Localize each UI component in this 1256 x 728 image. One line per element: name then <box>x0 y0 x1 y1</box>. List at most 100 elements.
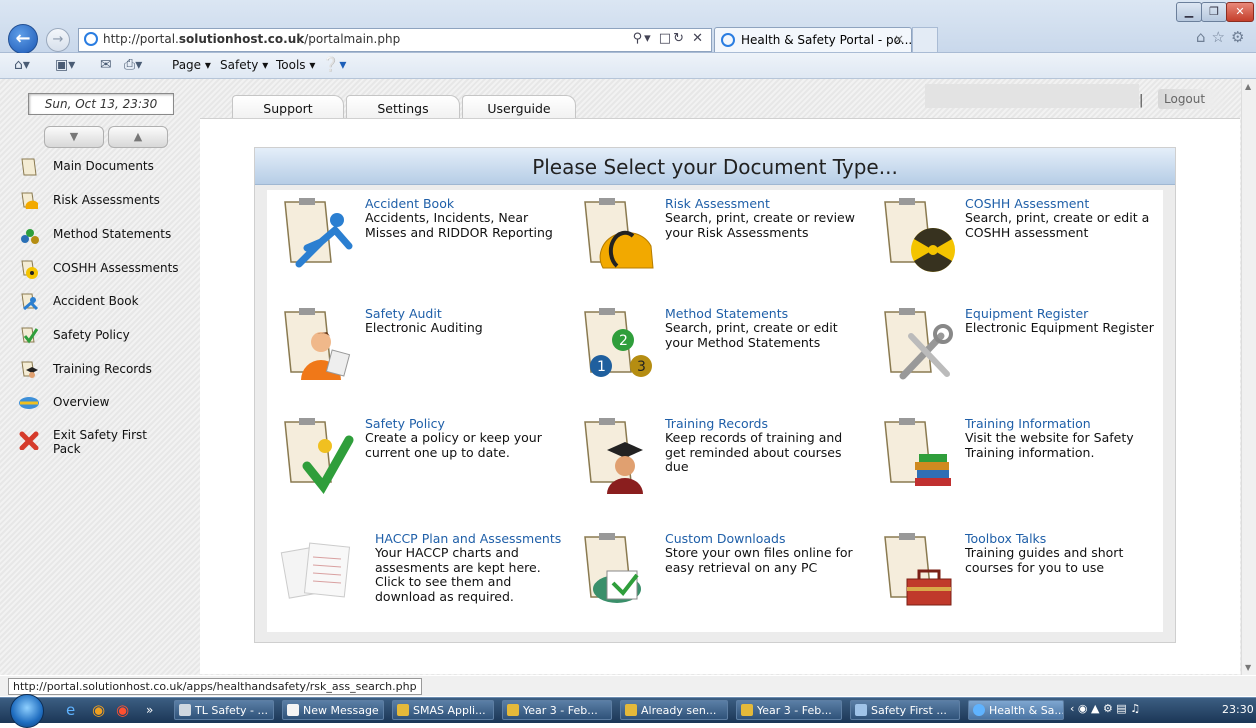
tab-userguide[interactable]: Userguide <box>462 95 576 120</box>
hardhat-icon <box>21 192 38 209</box>
doc-risk-assessment[interactable]: Risk Assessment Search, print, create or… <box>577 196 867 296</box>
portal-page: Sun, Oct 13, 23:30 ▼ ▲ Main Documents Ri… <box>0 79 1241 675</box>
doc-title[interactable]: Training Records <box>665 416 768 431</box>
sidebar-item-safety-policy[interactable]: Safety Policy <box>14 324 194 350</box>
print-icon[interactable]: ⎙▾ <box>124 57 142 73</box>
doc-haccp[interactable]: HACCP Plan and Assessments Your HACCP ch… <box>277 531 577 605</box>
taskbar-item-active[interactable]: Health & Sa... <box>968 700 1064 720</box>
doc-safety-policy[interactable]: Safety Policy Create a policy or keep yo… <box>277 416 567 516</box>
sidebar-item-label: COSHH Assessments <box>53 261 179 275</box>
quicklaunch-overflow[interactable]: » <box>146 703 153 717</box>
tab-title: Health & Safety Portal - po... <box>741 33 913 47</box>
mail-icon[interactable]: ✉ <box>100 57 112 73</box>
sidebar-item-accident-book[interactable]: Accident Book <box>14 290 194 316</box>
close-window-button[interactable]: ✕ <box>1226 2 1254 22</box>
doc-title[interactable]: Training Information <box>965 416 1091 431</box>
doc-desc: Your HACCP charts and assesments are kep… <box>375 545 541 604</box>
accident-figure-icon <box>284 198 353 268</box>
hazard-icon <box>21 260 38 279</box>
scroll-up-button[interactable]: ▲ <box>108 126 168 148</box>
system-tray[interactable]: ‹ ◉ ▲ ⚙ ▤ ♫ <box>1070 702 1140 715</box>
scroll-down-button[interactable]: ▼ <box>44 126 104 148</box>
doc-desc: Create a policy or keep your current one… <box>365 430 542 460</box>
tab-support[interactable]: Support <box>232 95 344 120</box>
doc-accident-book[interactable]: Accident Book Accidents, Incidents, Near… <box>277 196 567 296</box>
doc-title[interactable]: Method Statements <box>665 306 788 321</box>
url-text: http://portal.solutionhost.co.uk/portalm… <box>103 32 401 46</box>
scrollbar-up-arrow-icon[interactable]: ▲ <box>1245 82 1251 91</box>
home-icon[interactable]: ⌂▾ <box>14 57 30 73</box>
chrome-quicklaunch-icon[interactable]: ◉ <box>116 701 129 719</box>
taskbar-item[interactable]: Year 3 - Feb... <box>736 700 842 720</box>
sidebar-item-risk-assessments[interactable]: Risk Assessments <box>14 189 194 215</box>
folder-icon <box>179 704 191 716</box>
doc-coshh-assessment[interactable]: COSHH Assessment Search, print, create o… <box>877 196 1167 296</box>
address-bar[interactable]: http://portal.solutionhost.co.uk/portalm… <box>78 28 712 52</box>
doc-title[interactable]: Safety Audit <box>365 306 442 321</box>
sidebar-item-exit[interactable]: Exit Safety First Pack <box>14 424 194 460</box>
minimize-button[interactable]: ▁ <box>1176 2 1202 22</box>
svg-text:2: 2 <box>619 333 628 349</box>
taskbar-item[interactable]: SMAS Appli... <box>392 700 494 720</box>
doc-toolbox-talks[interactable]: Toolbox Talks Training guides and short … <box>877 531 1167 631</box>
taskbar-item[interactable]: TL Safety - ... <box>174 700 274 720</box>
feeds-icon[interactable]: ▣▾ <box>55 57 75 73</box>
taskbar-item[interactable]: Already sen... <box>620 700 728 720</box>
taskbar-item[interactable]: New Message <box>282 700 384 720</box>
doc-title[interactable]: Toolbox Talks <box>965 531 1046 546</box>
sidebar-item-label: Method Statements <box>53 227 172 241</box>
books-clipboard-icon <box>884 418 951 486</box>
ie-icon <box>973 704 985 716</box>
home-favorites-settings-icons[interactable]: ⌂☆⚙ <box>1196 28 1250 46</box>
status-bar: http://portal.solutionhost.co.uk/apps/he… <box>0 676 1256 696</box>
doc-training-information[interactable]: Training Information Visit the website f… <box>877 416 1167 516</box>
doc-safety-audit[interactable]: Safety Audit Electronic Auditing <box>277 306 567 406</box>
maximize-button[interactable]: ❐ <box>1201 2 1227 22</box>
app-window-icon <box>855 704 867 716</box>
ie-quicklaunch-icon[interactable]: e <box>66 701 75 719</box>
tools-menu[interactable]: Tools ▾ <box>276 58 315 72</box>
browser-tab-active[interactable]: Health & Safety Portal - po... × <box>714 27 912 52</box>
doc-title[interactable]: Equipment Register <box>965 306 1088 321</box>
doc-equipment-register[interactable]: Equipment Register Electronic Equipment … <box>877 306 1167 406</box>
sidebar-item-overview[interactable]: Overview <box>14 391 194 417</box>
tab-close-icon[interactable]: × <box>894 32 904 46</box>
scrollbar-down-arrow-icon[interactable]: ▼ <box>1245 663 1251 672</box>
doc-title[interactable]: Safety Policy <box>365 416 445 431</box>
start-button[interactable] <box>10 694 44 728</box>
message-icon <box>287 704 299 716</box>
doc-title[interactable]: COSHH Assessment <box>965 196 1089 211</box>
page-menu[interactable]: Page ▾ <box>172 58 211 72</box>
doc-training-records[interactable]: Training Records Keep records of trainin… <box>577 416 867 516</box>
taskbar-item[interactable]: Year 3 - Feb... <box>502 700 612 720</box>
new-tab-button[interactable] <box>912 27 938 52</box>
address-tools-icon[interactable]: ⚲▾ □↻ ✕ <box>633 31 705 46</box>
toolbox-clipboard-icon <box>884 533 952 606</box>
sidebar-item-method-statements[interactable]: Method Statements <box>14 223 194 249</box>
haccp-documents-icon <box>280 542 351 599</box>
forward-button[interactable]: → <box>46 28 70 52</box>
safety-menu[interactable]: Safety ▾ <box>220 58 268 72</box>
tools-clipboard-icon <box>884 308 953 380</box>
taskbar-item[interactable]: Safety First ... <box>850 700 960 720</box>
document-icon <box>507 704 519 716</box>
tab-settings[interactable]: Settings <box>346 95 460 120</box>
sidebar-item-coshh-assessments[interactable]: COSHH Assessments <box>14 257 194 283</box>
doc-custom-downloads[interactable]: Custom Downloads Store your own files on… <box>577 531 867 631</box>
help-icon[interactable]: ❔▾ <box>322 57 346 73</box>
logout-button[interactable]: Logout <box>1158 89 1230 109</box>
sidebar-item-training-records[interactable]: Training Records <box>14 358 194 384</box>
doc-title[interactable]: HACCP Plan and Assessments <box>375 531 561 546</box>
back-button[interactable]: ← <box>8 24 38 54</box>
doc-method-statements[interactable]: 2 1 3 Method Statements Search, print, c… <box>577 306 867 406</box>
page-scrollbar[interactable]: ▲ ▼ <box>1241 79 1256 675</box>
sidebar-item-main-documents[interactable]: Main Documents <box>14 155 194 181</box>
document-icon <box>625 704 637 716</box>
outlook-quicklaunch-icon[interactable]: ◉ <box>92 701 105 719</box>
doc-title[interactable]: Custom Downloads <box>665 531 786 546</box>
svg-text:3: 3 <box>637 359 646 375</box>
sidebar-item-label: Main Documents <box>53 159 154 173</box>
download-clipboard-icon <box>584 533 641 603</box>
doc-title[interactable]: Risk Assessment <box>665 196 770 211</box>
doc-title[interactable]: Accident Book <box>365 196 454 211</box>
